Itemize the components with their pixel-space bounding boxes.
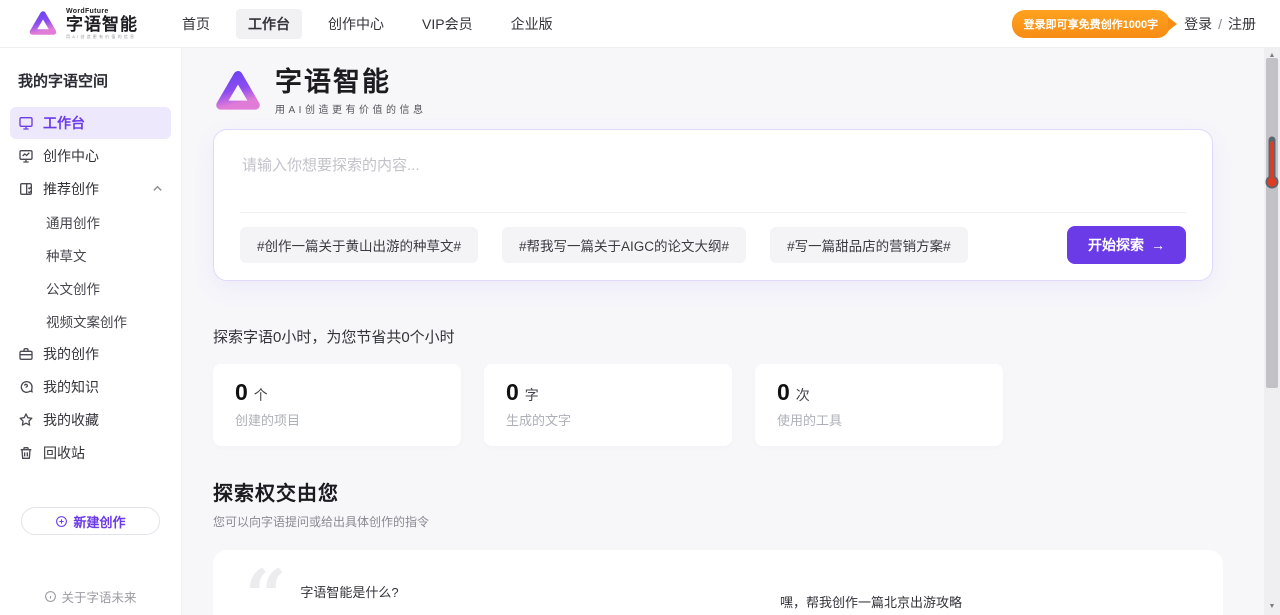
top-header: WordFuture 字语智能 用AI创造更有价值的信息 首页 工作台 创作中心… xyxy=(0,0,1280,48)
stat-value: 0 xyxy=(506,379,519,406)
example-prompt-text: 字语智能是什么? xyxy=(300,582,398,601)
auth-links: 登录 / 注册 xyxy=(1184,14,1256,34)
sidebar-item-label: 我的收藏 xyxy=(43,410,99,430)
stat-value: 0 xyxy=(235,379,248,406)
chat-question-icon xyxy=(18,379,34,395)
hero-tagline: 用AI创造更有价值的信息 xyxy=(275,101,426,116)
example-prompt-text: 嘿，帮我创作一篇北京出游攻略 xyxy=(780,592,962,611)
explore-section-subtitle: 您可以向字语提问或给出具体创作的指令 xyxy=(213,513,1280,530)
trash-icon xyxy=(18,445,34,461)
brand-tiny-tagline: 用AI创造更有价值的信息 xyxy=(66,35,138,39)
stat-label: 使用的工具 xyxy=(777,410,981,429)
briefcase-icon xyxy=(18,346,34,362)
main-content: 字语智能 用AI创造更有价值的信息 请输入你想要探索的内容... #创作一篇关于… xyxy=(182,48,1280,615)
sidebar-item-recommended-creation[interactable]: 推荐创作 xyxy=(10,173,171,205)
nav-item-creation-center[interactable]: 创作中心 xyxy=(316,9,396,39)
nav-item-workbench[interactable]: 工作台 xyxy=(236,9,302,39)
search-suggestions-row: #创作一篇关于黄山出游的种草文# #帮我写一篇关于AIGC的论文大纲# #写一篇… xyxy=(240,212,1186,280)
sidebar-subitem-video-script[interactable]: 视频文案创作 xyxy=(10,305,171,337)
stats-row: 0 个 创建的项目 0 字 生成的文字 0 次 使用的工具 xyxy=(213,364,1280,446)
explore-section-title: 探索权交由您 xyxy=(213,477,1280,506)
sidebar-subitem-official-document[interactable]: 公文创作 xyxy=(10,272,171,304)
sidebar-item-label: 回收站 xyxy=(43,443,85,463)
stat-card-tools: 0 次 使用的工具 xyxy=(755,364,1003,446)
brand-logo[interactable]: WordFuture 字语智能 用AI创造更有价值的信息 xyxy=(28,8,138,39)
vertical-scrollbar[interactable]: ▲ ▼ xyxy=(1264,48,1280,615)
stat-label: 创建的项目 xyxy=(235,410,439,429)
suggestion-chip-aigc[interactable]: #帮我写一篇关于AIGC的论文大纲# xyxy=(502,227,746,263)
main-nav: 首页 工作台 创作中心 VIP会员 企业版 xyxy=(170,9,565,39)
suggestion-chip-huangshan[interactable]: #创作一篇关于黄山出游的种草文# xyxy=(240,227,478,263)
monitor-icon xyxy=(18,115,34,131)
example-prompt-item[interactable]: 嘿，帮我创作一篇北京出游攻略 xyxy=(734,560,1223,615)
hero-title: 字语智能 xyxy=(275,68,426,98)
stat-unit: 次 xyxy=(796,385,810,405)
panel-check-icon xyxy=(18,181,34,197)
new-creation-label: 新建创作 xyxy=(73,512,125,531)
sidebar-item-my-knowledge[interactable]: 我的知识 xyxy=(10,371,171,403)
stat-unit: 字 xyxy=(525,385,539,405)
sidebar-item-my-favorites[interactable]: 我的收藏 xyxy=(10,404,171,436)
quote-mark-icon: “ xyxy=(245,564,286,615)
stat-card-projects: 0 个 创建的项目 xyxy=(213,364,461,446)
search-card: 请输入你想要探索的内容... #创作一篇关于黄山出游的种草文# #帮我写一篇关于… xyxy=(213,129,1213,281)
brand-word-mark: 字语智能 xyxy=(66,16,138,33)
nav-item-home[interactable]: 首页 xyxy=(170,9,222,39)
search-input[interactable]: 请输入你想要探索的内容... xyxy=(214,130,1212,212)
stat-unit: 个 xyxy=(254,385,268,405)
thermometer-icon xyxy=(1265,136,1279,194)
about-wordfuture-link[interactable]: 关于字语未来 xyxy=(10,587,171,606)
sidebar-subitem-general-creation[interactable]: 通用创作 xyxy=(10,206,171,238)
sidebar-item-label: 我的知识 xyxy=(43,377,99,397)
example-prompts-card: “ 字语智能是什么? 嘿，帮我创作一篇北京出游攻略 xyxy=(213,550,1223,615)
register-link[interactable]: 注册 xyxy=(1228,14,1256,34)
sidebar-item-label: 工作台 xyxy=(43,113,85,133)
stat-value: 0 xyxy=(777,379,790,406)
start-explore-button[interactable]: 开始探索 → xyxy=(1067,226,1186,264)
scrollbar-thumb[interactable] xyxy=(1266,58,1278,388)
sidebar-item-label: 创作中心 xyxy=(43,146,99,166)
sidebar-item-label: 我的创作 xyxy=(43,344,99,364)
login-link[interactable]: 登录 xyxy=(1184,14,1212,34)
sidebar-subitem-seeding-article[interactable]: 种草文 xyxy=(10,239,171,271)
monitor-chart-icon xyxy=(18,148,34,164)
nav-item-vip[interactable]: VIP会员 xyxy=(410,9,485,39)
start-explore-label: 开始探索 xyxy=(1088,235,1144,255)
sidebar-item-recycle-bin[interactable]: 回收站 xyxy=(10,437,171,469)
hero-triangle-icon xyxy=(213,69,263,115)
hero-brand: 字语智能 用AI创造更有价值的信息 xyxy=(213,68,1280,116)
nav-item-enterprise[interactable]: 企业版 xyxy=(499,9,565,39)
suggestion-chip-dessert[interactable]: #写一篇甜品店的营销方案# xyxy=(770,227,968,263)
brand-triangle-icon xyxy=(28,10,58,38)
arrow-right-icon: → xyxy=(1151,237,1165,253)
scrollbar-down-arrow[interactable]: ▼ xyxy=(1264,599,1280,613)
example-prompt-item[interactable]: “ 字语智能是什么? xyxy=(245,560,734,615)
stat-label: 生成的文字 xyxy=(506,410,710,429)
sidebar-item-creation-center[interactable]: 创作中心 xyxy=(10,140,171,172)
sidebar-title: 我的字语空间 xyxy=(10,70,171,91)
login-promo-badge[interactable]: 登录即可享免费创作1000字 xyxy=(1012,10,1170,38)
sidebar-item-label: 推荐创作 xyxy=(43,179,99,199)
stats-summary: 探索字语0小时，为您节省共0个小时 xyxy=(213,326,1280,347)
star-icon xyxy=(18,412,34,428)
sidebar-item-my-creations[interactable]: 我的创作 xyxy=(10,338,171,370)
info-circle-icon xyxy=(44,590,57,603)
stat-card-words: 0 字 生成的文字 xyxy=(484,364,732,446)
brand-super-text: WordFuture xyxy=(66,8,138,15)
auth-slash: / xyxy=(1218,16,1222,32)
new-creation-button[interactable]: 新建创作 xyxy=(21,507,160,535)
chevron-up-icon[interactable] xyxy=(152,181,163,197)
about-label: 关于字语未来 xyxy=(61,587,136,606)
sidebar-item-workbench[interactable]: 工作台 xyxy=(10,107,171,139)
plus-circle-icon xyxy=(55,515,68,528)
sidebar: 我的字语空间 工作台 创作中心 推荐创作 通用创作 种草文 公文创作 视频文案创 xyxy=(0,48,182,615)
